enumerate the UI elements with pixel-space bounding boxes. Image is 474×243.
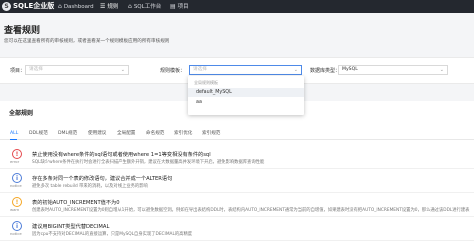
template-filter-label: 规则模板：	[160, 68, 186, 74]
home-icon: ⌂	[58, 3, 62, 10]
page-description: 您可以在这里查看所有的审核规则，或者查看某一个规则模板应用的所有审核规则	[4, 39, 170, 44]
nav-item-rules[interactable]: ☰ 规则	[100, 2, 118, 12]
nav-item-projects[interactable]: ▤ 项目	[170, 2, 189, 12]
nav-item-label: Dashboard	[63, 4, 94, 10]
rule-title: 禁止使用没有where条件的sql语句或者使用where 1=1等变相没有条件的…	[32, 152, 211, 158]
tab-index-standards[interactable]: 索引规范	[202, 130, 220, 137]
logo-text: SQLE企业版	[13, 2, 55, 10]
db-type-select[interactable]: MySQL ⌄	[338, 65, 448, 75]
rule-level-indicator: ! error	[10, 149, 24, 166]
rule-row: i notice 建议用BIGINT类型代替DECIMAL 因为cpu不支持对D…	[0, 219, 474, 241]
notice-icon: i	[12, 173, 22, 183]
tab-suggestions[interactable]: 使用建议	[88, 130, 106, 137]
rule-level-indicator: i notice	[10, 173, 24, 190]
rule-template-select[interactable]: 请选择 ⌄	[189, 65, 302, 75]
tab-global-config[interactable]: 全局配置	[117, 130, 135, 137]
rule-level: notice	[10, 183, 22, 188]
rule-level: notice	[10, 231, 22, 236]
section-title: 全部规则	[9, 110, 34, 117]
project-select[interactable]: 请选择 ⌄	[25, 65, 129, 75]
rule-title: 建议用BIGINT类型代替DECIMAL	[32, 224, 110, 230]
rule-category-tabs: ALL DDL规范 DML规范 使用建议 全局配置 命名规范 索引优化 索引规范	[0, 129, 474, 140]
rule-description: 避免多次 table rebuild 带来的消耗，以及对线上业务的影响	[32, 184, 148, 189]
rule-template-dropdown: 全局规则模板 default_MySQL aa	[188, 76, 304, 115]
tab-naming[interactable]: 命名规范	[146, 130, 164, 137]
db-type-filter-label: 数据库类型：	[310, 68, 341, 74]
nav-item-dashboard[interactable]: ⌂ Dashboard	[58, 2, 94, 12]
notice-icon: i	[12, 221, 22, 231]
rule-title: 存在多条对同一个表的修改语句，建议合并成一个ALTER语句	[32, 176, 173, 182]
rule-description: 因为cpu不支持对DECIMAL的直接运算，只是MySQL自身实现了DECIMA…	[32, 232, 193, 237]
rule-level-indicator: ! warn	[10, 197, 24, 214]
warning-icon: !	[12, 197, 22, 207]
tab-all[interactable]: ALL	[10, 130, 18, 137]
chevron-down-icon: ⌄	[293, 67, 298, 73]
nav-item-label: SQL工作台	[133, 4, 162, 10]
top-nav-bar: S SQLE企业版 ⌂ Dashboard ☰ 规则 ⌂ SQL工作台 ▤ 项目	[0, 0, 474, 13]
active-tab-indicator	[10, 139, 17, 140]
chevron-down-icon: ⌄	[120, 67, 125, 73]
rule-row: ! warn 表的初始AUTO_INCREMENT值不为0 创建表时AUTO_I…	[0, 195, 474, 217]
rule-level-indicator: i notice	[10, 221, 24, 238]
rule-template-select-placeholder: 请选择	[193, 67, 207, 72]
dropdown-option-default-mysql[interactable]: default_MySQL	[188, 88, 304, 97]
error-icon: !	[12, 149, 22, 159]
project-icon: ▤	[170, 3, 176, 10]
tab-index-optimization[interactable]: 索引优化	[174, 130, 192, 137]
nav-item-label: 规则	[107, 4, 119, 10]
db-type-select-value: MySQL	[342, 67, 358, 72]
nav-item-label: 项目	[177, 4, 189, 10]
nav-item-sql-workbench[interactable]: ⌂ SQL工作台	[128, 2, 161, 12]
project-select-placeholder: 请选择	[29, 67, 43, 72]
rule-description: 创建表时AUTO_INCREMENT设置为0则自增从1开始，可以避免数据空洞。例…	[32, 208, 470, 213]
rule-title: 表的初始AUTO_INCREMENT值不为0	[32, 200, 120, 206]
rule-description: SQL缺少where条件在执行时会进行全表扫描产生额外开销，建议在大数据量高并发…	[32, 160, 265, 165]
logo-icon: S	[2, 2, 11, 11]
tab-dml[interactable]: DML规范	[58, 130, 77, 137]
app-logo[interactable]: S SQLE企业版	[2, 2, 54, 11]
rule-row: ! error 禁止使用没有where条件的sql语句或者使用where 1=1…	[0, 147, 474, 169]
dropdown-group-label: 全局规则模板	[194, 80, 218, 85]
list-icon: ☰	[100, 3, 106, 10]
tab-ddl[interactable]: DDL规范	[29, 130, 48, 137]
project-filter-label: 项目：	[10, 68, 26, 74]
rule-level: warn	[10, 207, 20, 212]
dropdown-option-aa[interactable]: aa	[188, 98, 304, 107]
rule-row: i notice 存在多条对同一个表的修改语句，建议合并成一个ALTER语句 避…	[0, 171, 474, 193]
page-title: 查看规则	[4, 26, 41, 36]
workbench-icon: ⌂	[128, 3, 132, 10]
rules-panel: 全部规则 ALL DDL规范 DML规范 使用建议 全局配置 命名规范 索引优化…	[0, 101, 474, 243]
rule-level: error	[10, 159, 20, 164]
chevron-down-icon: ⌄	[439, 67, 444, 73]
